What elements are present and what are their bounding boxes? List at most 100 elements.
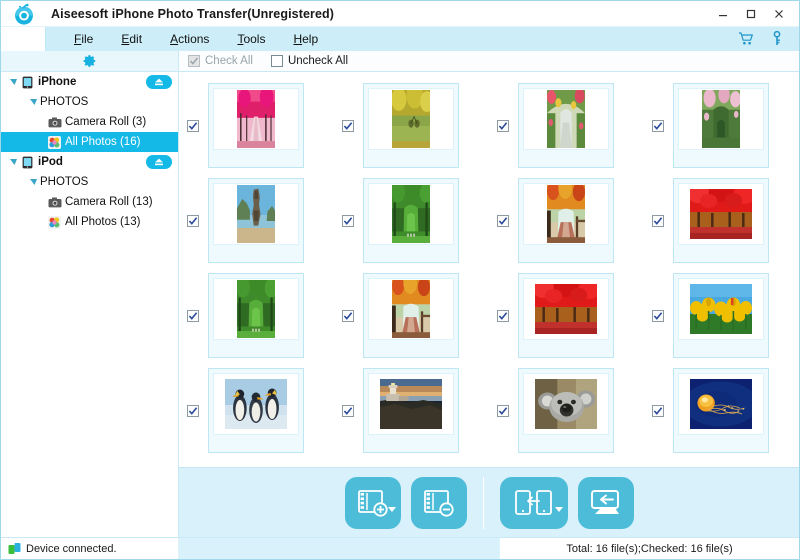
checkmark-icon xyxy=(188,216,198,225)
photo-image xyxy=(225,379,287,429)
photo-thumbnail[interactable] xyxy=(518,178,614,263)
menu-edit[interactable]: Edit xyxy=(107,29,156,49)
film-plus-icon xyxy=(357,489,388,517)
registration-key-icon xyxy=(773,31,780,45)
photo-thumbnail[interactable] xyxy=(673,368,769,453)
window-controls xyxy=(710,1,799,26)
photo-thumbnail[interactable] xyxy=(363,273,459,358)
menu-help-accesskey: H xyxy=(293,32,303,46)
photo-cell xyxy=(334,173,489,268)
menu-actions-accesskey: A xyxy=(170,32,179,46)
sidebar-item-iphone[interactable]: iPhone xyxy=(1,72,178,92)
photo-checkbox[interactable] xyxy=(187,119,199,132)
photo-thumbnail-inner xyxy=(523,373,609,435)
maximize-icon xyxy=(746,9,756,18)
sidebar-item-ipod-camera-roll[interactable]: Camera Roll (13) xyxy=(1,192,178,212)
photo-checkbox[interactable] xyxy=(342,404,354,417)
photo-checkbox[interactable] xyxy=(652,404,664,417)
photo-checkbox[interactable] xyxy=(187,404,199,417)
checkmark-icon xyxy=(653,216,663,225)
device-transfer-dropdown-caret[interactable] xyxy=(554,506,563,512)
photo-thumbnail[interactable] xyxy=(363,83,459,168)
main-body: iPhone PHOTOS Camera Roll (3) All Photos… xyxy=(1,72,799,537)
expand-arrow-icon[interactable] xyxy=(27,178,40,186)
menu-actions[interactable]: Actions xyxy=(156,29,223,49)
gear-icon xyxy=(83,55,95,67)
photo-checkbox[interactable] xyxy=(342,214,354,227)
menu-help[interactable]: Help xyxy=(279,29,332,49)
photo-thumbnail[interactable] xyxy=(518,273,614,358)
sidebar-item-iphone-photos[interactable]: PHOTOS xyxy=(1,92,178,112)
photo-thumbnail[interactable] xyxy=(518,83,614,168)
photo-thumbnail[interactable] xyxy=(363,178,459,263)
sidebar-item-ipod[interactable]: iPod xyxy=(1,152,178,172)
photo-cell xyxy=(334,78,489,173)
export-to-pc-button[interactable] xyxy=(577,476,634,529)
sidebar-label-ipod: iPod xyxy=(38,156,63,168)
photo-grid-scroll[interactable] xyxy=(179,72,799,467)
add-photo-dropdown-caret[interactable] xyxy=(387,506,396,512)
shopping-cart-button[interactable] xyxy=(737,31,754,48)
menu-tools[interactable]: Tools xyxy=(223,29,279,49)
menu-file[interactable]: File xyxy=(60,29,107,49)
eject-iphone-button[interactable] xyxy=(146,75,172,89)
photo-thumbnail[interactable] xyxy=(208,273,304,358)
camera-icon xyxy=(47,117,62,128)
photo-checkbox[interactable] xyxy=(652,309,664,322)
photo-checkbox[interactable] xyxy=(497,309,509,322)
expand-arrow-icon[interactable] xyxy=(7,78,20,86)
uncheck-all-control[interactable]: Uncheck All xyxy=(270,55,348,67)
photo-thumbnail-inner xyxy=(213,183,299,245)
photo-thumbnail[interactable] xyxy=(518,368,614,453)
check-all-control[interactable]: Check All xyxy=(188,55,253,67)
expand-arrow-icon[interactable] xyxy=(27,98,40,106)
photo-checkbox[interactable] xyxy=(187,214,199,227)
menu-tools-rest: ools xyxy=(243,32,266,46)
uncheck-all-checkbox[interactable] xyxy=(270,55,283,67)
photo-checkbox[interactable] xyxy=(342,309,354,322)
photo-checkbox[interactable] xyxy=(652,214,664,227)
photo-thumbnail[interactable] xyxy=(208,178,304,263)
minimize-button[interactable] xyxy=(710,3,736,25)
close-button[interactable] xyxy=(766,3,792,25)
photo-image xyxy=(535,284,597,334)
photo-image xyxy=(237,280,275,338)
settings-button[interactable] xyxy=(1,51,179,71)
checkmark-icon xyxy=(343,121,353,130)
photo-image xyxy=(380,379,442,429)
maximize-button[interactable] xyxy=(738,3,764,25)
menu-file-rest: ile xyxy=(81,32,94,46)
sidebar-item-ipod-photos[interactable]: PHOTOS xyxy=(1,172,178,192)
tool-strip: Check All Uncheck All xyxy=(1,51,799,72)
status-bar: Device connected. Total: 16 file(s);Chec… xyxy=(1,537,799,559)
remove-photo-button[interactable] xyxy=(410,476,467,529)
registration-key-button[interactable] xyxy=(768,31,785,48)
sidebar-item-iphone-all-photos[interactable]: All Photos (16) xyxy=(1,132,178,152)
photo-thumbnail[interactable] xyxy=(208,83,304,168)
check-all-checkbox[interactable] xyxy=(188,55,200,67)
photos-icon xyxy=(47,215,62,229)
expand-arrow-icon[interactable] xyxy=(7,158,20,166)
photo-checkbox[interactable] xyxy=(497,119,509,132)
device-transfer-button[interactable] xyxy=(499,476,568,529)
sidebar-label-iphone-camera-roll: Camera Roll (3) xyxy=(65,116,147,128)
photo-checkbox[interactable] xyxy=(497,214,509,227)
sidebar-item-iphone-camera-roll[interactable]: Camera Roll (3) xyxy=(1,112,178,132)
title-bar: Aiseesoft iPhone Photo Transfer(Unregist… xyxy=(1,1,799,27)
photo-checkbox[interactable] xyxy=(652,119,664,132)
photo-thumbnail[interactable] xyxy=(673,83,769,168)
sidebar-item-ipod-all-photos[interactable]: All Photos (13) xyxy=(1,212,178,232)
photo-checkbox[interactable] xyxy=(342,119,354,132)
photo-thumbnail[interactable] xyxy=(208,368,304,453)
photo-thumbnail-inner xyxy=(368,278,454,340)
photo-cell xyxy=(179,363,334,458)
photo-checkbox[interactable] xyxy=(187,309,199,322)
add-photo-button[interactable] xyxy=(344,476,401,529)
eject-ipod-button[interactable] xyxy=(146,155,172,169)
photo-thumbnail[interactable] xyxy=(363,368,459,453)
photo-image xyxy=(702,90,740,148)
photo-thumbnail[interactable] xyxy=(673,273,769,358)
photo-checkbox[interactable] xyxy=(497,404,509,417)
photo-thumbnail[interactable] xyxy=(673,178,769,263)
checkmark-icon xyxy=(189,57,199,65)
